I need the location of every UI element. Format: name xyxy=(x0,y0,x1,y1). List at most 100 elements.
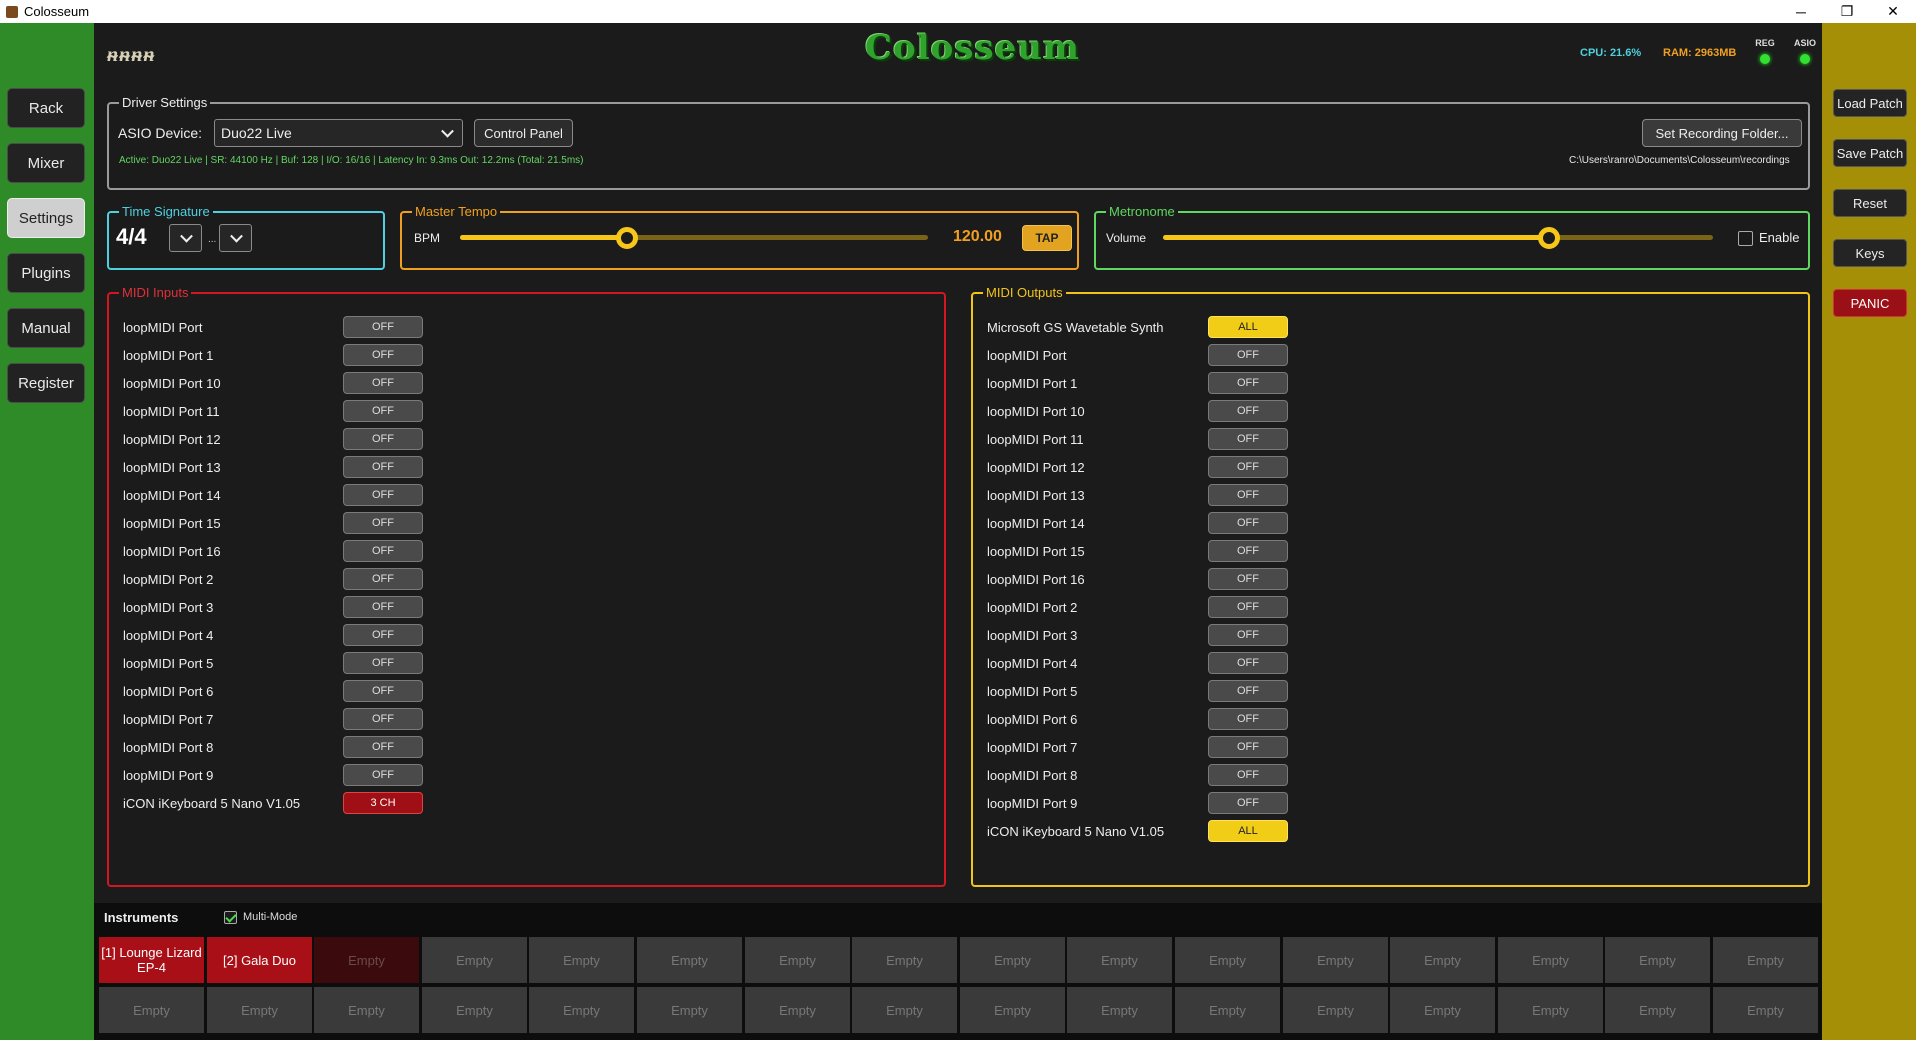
midi-input-toggle-button[interactable]: OFF xyxy=(343,456,423,478)
midi-output-toggle-button[interactable]: OFF xyxy=(1208,680,1288,702)
instrument-slot[interactable]: Empty xyxy=(314,987,419,1033)
left-nav: Rack Mixer Settings Plugins Manual Regis… xyxy=(0,23,94,1040)
nav-rack-button[interactable]: Rack xyxy=(7,88,85,128)
instrument-slot[interactable]: Empty xyxy=(529,987,634,1033)
instrument-slot[interactable]: Empty xyxy=(422,987,527,1033)
midi-input-toggle-button[interactable]: OFF xyxy=(343,540,423,562)
time-signature-denominator-select[interactable] xyxy=(219,224,252,252)
instrument-slot[interactable]: Empty xyxy=(1390,937,1495,983)
control-panel-button[interactable]: Control Panel xyxy=(474,119,573,147)
midi-output-toggle-button[interactable]: OFF xyxy=(1208,764,1288,786)
midi-input-toggle-button[interactable]: OFF xyxy=(343,652,423,674)
midi-output-toggle-button[interactable]: OFF xyxy=(1208,540,1288,562)
instrument-slot[interactable]: Empty xyxy=(1605,987,1710,1033)
midi-output-toggle-button[interactable]: OFF xyxy=(1208,400,1288,422)
midi-output-toggle-button[interactable]: OFF xyxy=(1208,372,1288,394)
close-button[interactable]: ✕ xyxy=(1870,0,1916,23)
midi-output-toggle-button[interactable]: OFF xyxy=(1208,596,1288,618)
save-patch-button[interactable]: Save Patch xyxy=(1833,139,1907,167)
time-signature-numerator-select[interactable] xyxy=(169,224,202,252)
midi-output-toggle-button[interactable]: OFF xyxy=(1208,736,1288,758)
midi-input-toggle-button[interactable]: OFF xyxy=(343,596,423,618)
instrument-slot[interactable]: Empty xyxy=(1283,987,1388,1033)
midi-input-toggle-button[interactable]: OFF xyxy=(343,708,423,730)
midi-input-toggle-button[interactable]: OFF xyxy=(343,624,423,646)
instrument-slot[interactable]: Empty xyxy=(1067,937,1172,983)
keys-button[interactable]: Keys xyxy=(1833,239,1907,267)
midi-input-toggle-button[interactable]: OFF xyxy=(343,428,423,450)
nav-mixer-button[interactable]: Mixer xyxy=(7,143,85,183)
instrument-slot[interactable]: Empty xyxy=(1283,937,1388,983)
midi-input-toggle-button[interactable]: OFF xyxy=(343,512,423,534)
midi-output-toggle-button[interactable]: OFF xyxy=(1208,512,1288,534)
midi-output-toggle-button[interactable]: ALL xyxy=(1208,316,1288,338)
midi-output-toggle-button[interactable]: OFF xyxy=(1208,708,1288,730)
instrument-slot[interactable]: Empty xyxy=(99,987,204,1033)
metronome-volume-track[interactable] xyxy=(1163,235,1713,240)
instrument-slot[interactable]: Empty xyxy=(637,937,742,983)
midi-output-toggle-button[interactable]: OFF xyxy=(1208,568,1288,590)
instrument-slot[interactable]: Empty xyxy=(1713,987,1818,1033)
right-panel xyxy=(1822,23,1916,1040)
instrument-slot[interactable]: Empty xyxy=(1605,937,1710,983)
nav-settings-button[interactable]: Settings xyxy=(7,198,85,238)
metronome-legend: Metronome xyxy=(1106,204,1178,220)
instrument-slot[interactable]: Empty xyxy=(422,937,527,983)
instrument-slot[interactable]: Empty xyxy=(960,937,1065,983)
midi-input-toggle-button[interactable]: OFF xyxy=(343,316,423,338)
midi-output-toggle-button[interactable]: OFF xyxy=(1208,344,1288,366)
midi-output-toggle-button[interactable]: OFF xyxy=(1208,792,1288,814)
instrument-slot[interactable]: Empty xyxy=(207,987,312,1033)
instrument-slot[interactable]: Empty xyxy=(1713,937,1818,983)
instrument-slot[interactable]: [2] Gala Duo xyxy=(207,937,312,983)
midi-input-toggle-button[interactable]: OFF xyxy=(343,764,423,786)
midi-input-name: loopMIDI Port 14 xyxy=(123,488,221,503)
midi-input-toggle-button[interactable]: OFF xyxy=(343,568,423,590)
reset-button[interactable]: Reset xyxy=(1833,189,1907,217)
midi-input-toggle-button[interactable]: OFF xyxy=(343,680,423,702)
midi-input-toggle-button[interactable]: OFF xyxy=(343,400,423,422)
tempo-slider-track[interactable] xyxy=(460,235,928,240)
load-patch-button[interactable]: Load Patch xyxy=(1833,89,1907,117)
instrument-slot[interactable]: Empty xyxy=(1067,987,1172,1033)
minimize-button[interactable]: ─ xyxy=(1778,0,1824,23)
midi-output-toggle-button[interactable]: OFF xyxy=(1208,484,1288,506)
set-recording-folder-button[interactable]: Set Recording Folder... xyxy=(1642,119,1802,147)
instrument-slot[interactable]: Empty xyxy=(1175,987,1280,1033)
asio-device-select[interactable]: Duo22 Live xyxy=(214,119,463,147)
instrument-slot[interactable]: Empty xyxy=(852,937,957,983)
instrument-slot[interactable]: Empty xyxy=(1498,937,1603,983)
metronome-enable-checkbox[interactable] xyxy=(1738,231,1753,246)
midi-output-toggle-button[interactable]: OFF xyxy=(1208,456,1288,478)
instrument-slot[interactable]: Empty xyxy=(637,987,742,1033)
nav-manual-button[interactable]: Manual xyxy=(7,308,85,348)
instrument-slot[interactable]: Empty xyxy=(1175,937,1280,983)
instrument-slot[interactable]: Empty xyxy=(1390,987,1495,1033)
instrument-slot[interactable]: Empty xyxy=(960,987,1065,1033)
nav-register-button[interactable]: Register xyxy=(7,363,85,403)
maximize-button[interactable]: ❐ xyxy=(1824,0,1870,23)
midi-input-toggle-button[interactable]: OFF xyxy=(343,736,423,758)
midi-input-toggle-button[interactable]: OFF xyxy=(343,484,423,506)
midi-output-toggle-button[interactable]: OFF xyxy=(1208,428,1288,450)
instrument-slot[interactable]: Empty xyxy=(1498,987,1603,1033)
instrument-slot[interactable]: Empty xyxy=(745,937,850,983)
nav-plugins-button[interactable]: Plugins xyxy=(7,253,85,293)
instrument-slot[interactable]: Empty xyxy=(529,937,634,983)
midi-output-toggle-button[interactable]: OFF xyxy=(1208,624,1288,646)
midi-output-toggle-button[interactable]: OFF xyxy=(1208,652,1288,674)
instruments-title: Instruments xyxy=(104,910,179,925)
metronome-volume-handle[interactable] xyxy=(1538,227,1561,249)
multi-mode-checkbox[interactable] xyxy=(224,911,237,924)
instrument-slot[interactable]: Empty xyxy=(852,987,957,1033)
tap-tempo-button[interactable]: TAP xyxy=(1022,225,1072,251)
instrument-slot[interactable]: [1] Lounge Lizard EP-4 xyxy=(99,937,204,983)
instrument-slot[interactable]: Empty xyxy=(314,937,419,983)
midi-input-toggle-button[interactable]: 3 CH xyxy=(343,792,423,814)
tempo-slider-handle[interactable] xyxy=(616,227,639,249)
midi-input-toggle-button[interactable]: OFF xyxy=(343,344,423,366)
panic-button[interactable]: PANIC xyxy=(1833,289,1907,317)
midi-output-toggle-button[interactable]: ALL xyxy=(1208,820,1288,842)
midi-input-toggle-button[interactable]: OFF xyxy=(343,372,423,394)
instrument-slot[interactable]: Empty xyxy=(745,987,850,1033)
